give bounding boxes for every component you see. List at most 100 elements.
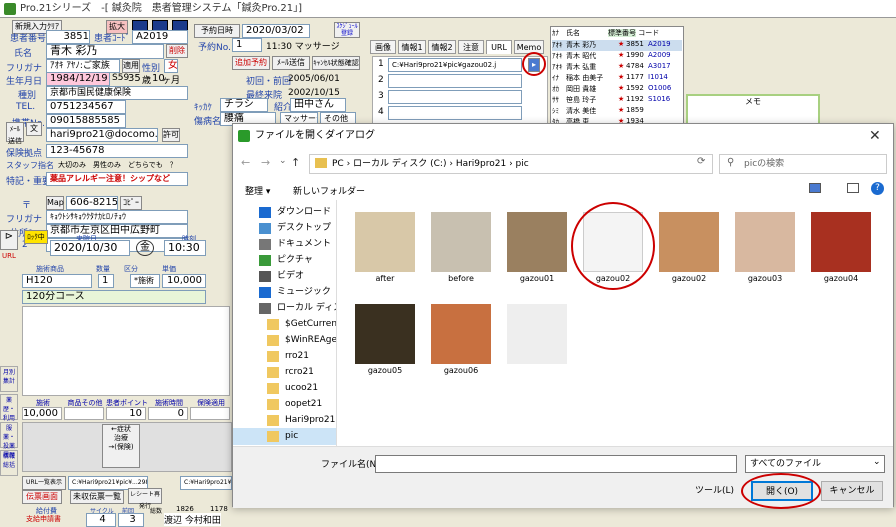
view-icon[interactable] [809, 183, 821, 193]
gender-field[interactable]: 女 [164, 59, 178, 73]
url-list-button[interactable]: URL一覧表示 [22, 476, 66, 490]
sidebar-item[interactable]: ドキュメント [233, 236, 336, 253]
left-tab-medication[interactable]: 服薬・投薬履歴 [0, 422, 18, 459]
patient-list-row[interactable]: ｻｻ 笹島 玲子 ★ 1192 S1016 [552, 95, 682, 106]
patient-list-row[interactable]: ｱｵｷ 青木 昭代 ★ 1990 A2009 [552, 51, 682, 62]
allergy-field[interactable]: 薬品アレルギー注意！シップなど [46, 172, 188, 186]
left-tab-summary[interactable]: 情報総括 [0, 450, 18, 476]
prev-field[interactable]: 3 [118, 513, 144, 527]
lower-path-2[interactable]: C:¥Hari9pro21¥pic¥gazou02.jpg [180, 476, 232, 490]
kana-field[interactable]: ｱｵｷ ｱﾔﾉ:ご家族 [46, 59, 120, 73]
mail-text-button[interactable]: 文 [26, 122, 42, 136]
sidebar-item[interactable]: ダウンロード [233, 204, 336, 221]
copy-button[interactable]: ｺﾋﾟｰ [120, 196, 142, 210]
sidebar-item[interactable]: rro21 [233, 348, 336, 365]
patient-list-row[interactable]: ｵｶ 岡田 貴雄 ★ 1592 O1006 [552, 84, 682, 95]
patient-list-row[interactable]: ｱｵｷ 青木 弘重 ★ 4784 A3017 [552, 62, 682, 73]
up-arrow-icon[interactable]: ↑ [291, 156, 300, 169]
file-thumbnail[interactable]: gazou04 [803, 208, 879, 294]
staff-options[interactable]: 大切のみ 男性のみ どちらでも ？ [58, 160, 198, 170]
address-bar[interactable]: PC › ローカル ディスク (C:) › Hari9pro21 › pic [309, 154, 713, 174]
patient-list-row[interactable]: ｱｵｷ 青木 彩乃 ★ 3851 A2019 [552, 40, 682, 51]
sidebar-item[interactable]: $WinREAgent [233, 332, 336, 349]
appointment-button[interactable]: 予約日時 [194, 24, 240, 38]
tools-button[interactable]: ツール(L) [695, 483, 734, 496]
filetype-select[interactable]: すべてのファイル [745, 455, 885, 473]
left-tab-history[interactable]: 薬歴・利用 [0, 394, 18, 422]
patient-no-field[interactable]: 3851 [46, 30, 90, 44]
file-thumbnail[interactable]: before [423, 208, 499, 294]
introducer-field[interactable]: 田中さん [290, 98, 346, 112]
qty-field[interactable]: 1 [98, 274, 114, 288]
mail-send-button[interactable]: ﾒｰﾙ送信 [6, 122, 24, 145]
sidebar-item[interactable]: デスクトップ [233, 220, 336, 237]
help-icon[interactable]: ? [871, 182, 884, 195]
sidebar-item[interactable]: ピクチャ [233, 252, 336, 269]
zip-field[interactable]: 606-8215 [66, 196, 118, 210]
addr-kana-field[interactable]: ｷｮｳﾄｼｻｷｮｳｸﾀﾅｶﾋﾛﾉﾁｮｳ [46, 210, 188, 224]
intro-field[interactable]: チラシ [220, 98, 268, 112]
appointment-date[interactable]: 2020/03/02 [242, 24, 310, 38]
search-input[interactable]: picの検索 [719, 154, 887, 174]
tab-caution[interactable]: 注意 [458, 40, 484, 54]
insurance-select[interactable]: 京都市国民健康保険 [46, 86, 188, 100]
pane-icon[interactable] [847, 183, 859, 193]
reserve-field[interactable]: 1 [232, 38, 262, 52]
file-thumbnail[interactable] [499, 300, 575, 386]
cancel-check-button[interactable]: ｷｬﾝｾﾙ状態確認 [312, 56, 360, 70]
addr1-field[interactable]: 京都市左京区田中広野町 [46, 224, 188, 238]
refresh-icon[interactable]: ⟳ [697, 156, 705, 167]
sidebar-item[interactable]: $GetCurrent [233, 316, 336, 333]
map-button[interactable]: Map [46, 196, 64, 210]
left-tab-url[interactable]: URL [0, 252, 18, 260]
play-icon[interactable]: ⊳ [0, 230, 18, 250]
url-row-2-path[interactable] [388, 74, 522, 88]
patient-code-field[interactable]: A2019 [132, 30, 188, 44]
forward-arrow-icon[interactable]: → [261, 156, 270, 169]
cancel-button[interactable]: キャンセル [821, 481, 883, 501]
sidebar-item[interactable]: rcro21 [233, 364, 336, 381]
schedule-button[interactable]: ｽｹｼﾞｭｰﾙ登録 [334, 22, 360, 38]
file-thumbnail[interactable]: gazou05 [347, 300, 423, 386]
cycle-field[interactable]: 4 [86, 513, 116, 527]
symptom-button[interactable]: ←症状 治療 →(保険) [102, 424, 140, 468]
sidebar-item[interactable]: ミュージック [233, 284, 336, 301]
delete-button[interactable]: 削除 [166, 44, 188, 58]
visit-time-field[interactable]: 10:30 [164, 240, 206, 256]
sidebar-item[interactable]: ucoo21 [233, 380, 336, 397]
item-field[interactable]: H120 [22, 274, 92, 288]
tab-image[interactable]: 画像 [370, 40, 396, 54]
sidebar-item[interactable]: ビデオ [233, 268, 336, 285]
left-tab-monthly[interactable]: 月別集計 [0, 366, 18, 392]
filename-input[interactable] [375, 455, 737, 473]
file-thumbnail[interactable]: gazou03 [727, 208, 803, 294]
name-field[interactable]: 青木 彩乃 [46, 44, 164, 59]
sidebar-item[interactable]: oopet21 [233, 396, 336, 413]
url-row-1-path[interactable]: C:¥Hari9pro21¥pic¥gazou02.j [388, 58, 522, 72]
visit-date-field[interactable]: 2020/10/30 [50, 240, 130, 256]
reprint-button[interactable]: レシート再発行 [128, 488, 162, 510]
permit-button[interactable]: 許可 [162, 128, 180, 142]
patient-list-row[interactable]: ｲﾅ 稲本 由美子 ★ 1177 I1014 [552, 73, 682, 84]
kubun-field[interactable]: *施術 [130, 274, 160, 288]
tel-field[interactable]: 0751234567 [46, 100, 126, 114]
file-thumbnail[interactable]: gazou02 [651, 208, 727, 294]
url-row-4-path[interactable] [388, 106, 522, 120]
file-thumbnail[interactable]: gazou01 [499, 208, 575, 294]
lock-button[interactable]: ﾛｯｸ中 [24, 230, 48, 244]
email-field[interactable]: hari9pro21@docomo.ne [46, 128, 158, 142]
organize-button[interactable]: 整理 ▾ [245, 184, 270, 197]
course-field[interactable]: 120分コース [22, 290, 206, 304]
file-thumbnail[interactable]: after [347, 208, 423, 294]
file-thumbnail[interactable]: gazou06 [423, 300, 499, 386]
sidebar-item[interactable]: Hari9pro21 [233, 412, 336, 429]
mail-button[interactable]: ﾒｰﾙ送信 [272, 56, 310, 70]
ins-no-field[interactable]: 123-45678 [46, 144, 188, 158]
recent-dropdown-icon[interactable]: ⌄ [279, 156, 287, 166]
add-appointment-button[interactable]: 追加予約 [232, 56, 270, 70]
mobile-field[interactable]: 09015885585 [46, 114, 126, 128]
back-arrow-icon[interactable]: ← [241, 156, 250, 169]
file-thumbnail[interactable]: gazou02 [571, 202, 655, 294]
patient-list-row[interactable]: ｼﾐ 清水 美佳 ★ 1859 [552, 106, 682, 117]
tab-info1[interactable]: 情報1 [398, 40, 426, 54]
